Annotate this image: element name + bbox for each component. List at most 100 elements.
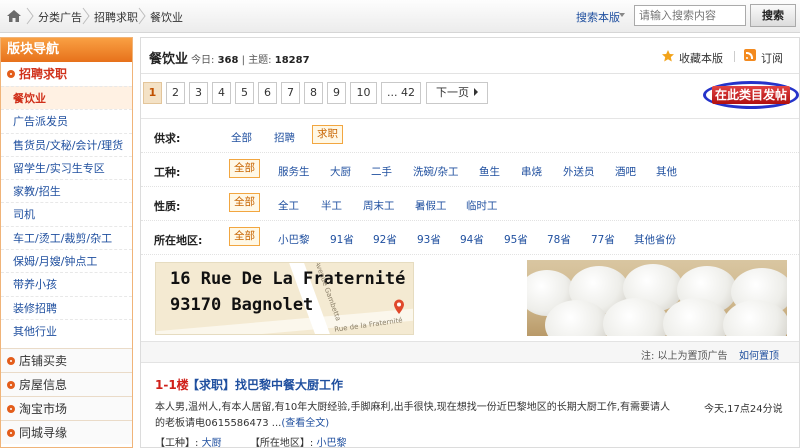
filter-option[interactable]: 92省 xyxy=(373,232,397,247)
search-scope-dropdown[interactable]: 搜索本版 xyxy=(576,9,620,25)
filter-option[interactable]: 半工 xyxy=(321,198,342,213)
listing-timestamp: 今天,17点24分说 xyxy=(704,404,783,415)
search-input[interactable] xyxy=(634,5,746,26)
filter-option[interactable]: 其他省份 xyxy=(634,232,676,247)
sidebar-item-sales[interactable]: 售货员/文秘/会计/理货 xyxy=(1,132,132,156)
filter-option[interactable]: 77省 xyxy=(591,232,615,247)
filter-option[interactable]: 周末工 xyxy=(363,198,395,213)
next-page-label: 下一页 xyxy=(436,86,469,99)
page-last[interactable]: ... 42 xyxy=(381,82,421,104)
sidebar-category-label: 招聘求职 xyxy=(19,67,68,81)
post-in-category-button[interactable]: 在此类目发帖 xyxy=(703,81,799,109)
page-4[interactable]: 4 xyxy=(212,82,231,104)
filter-label: 性质: xyxy=(154,200,181,213)
filter-option[interactable]: 全工 xyxy=(278,198,299,213)
filter-option[interactable]: 洗碗/杂工 xyxy=(413,164,459,179)
listing-title-link[interactable]: 【求职】找巴黎中餐大厨工作 xyxy=(187,376,343,393)
filter-option-selected[interactable]: 全部 xyxy=(229,159,260,178)
filter-option[interactable]: 78省 xyxy=(547,232,571,247)
home-icon[interactable] xyxy=(4,6,24,26)
sidebar-item-driver[interactable]: 司机 xyxy=(1,202,132,225)
page-10[interactable]: 10 xyxy=(350,82,377,104)
favorite-board-link[interactable]: 收藏本版 xyxy=(679,50,723,66)
listing-body: 本人男,温州人,有本人居留,有10年大厨经验,手脚麻利,出手很快,现在想找一份近… xyxy=(155,400,675,432)
rss-icon[interactable] xyxy=(744,49,756,61)
filter-option[interactable]: 串烧 xyxy=(521,164,542,179)
filter-option[interactable]: 其他 xyxy=(656,164,677,179)
view-full-text-link[interactable]: (查看全文) xyxy=(281,418,329,429)
filter-option-selected[interactable]: 求职 xyxy=(312,125,343,144)
filter-option[interactable]: 外送员 xyxy=(563,164,595,179)
filter-option[interactable]: 91省 xyxy=(330,232,354,247)
sidebar-item-childcare[interactable]: 带养小孩 xyxy=(1,272,132,295)
sidebar-category-jobs[interactable]: 招聘求职 xyxy=(1,62,132,86)
page-6[interactable]: 6 xyxy=(258,82,277,104)
sticky-ad-note: 注: 以上为置顶广告 如何置顶 xyxy=(141,341,799,363)
page-7[interactable]: 7 xyxy=(281,82,300,104)
job-type-link[interactable]: 大厨 xyxy=(202,438,222,448)
sidebar-category-market[interactable]: 淘宝市场 xyxy=(1,396,132,421)
today-count: 368 xyxy=(217,55,239,66)
board-title: 餐饮业 xyxy=(149,52,189,67)
filter-option[interactable]: 暑假工 xyxy=(415,198,447,213)
sidebar-category-dating[interactable]: 同城寻缘 xyxy=(1,420,132,445)
filter-row-region: 所在地区: 全部 小巴黎 91省 92省 93省 94省 95省 78省 77省… xyxy=(141,221,799,255)
page-2[interactable]: 2 xyxy=(166,82,185,104)
filter-option[interactable]: 94省 xyxy=(460,232,484,247)
filter-option[interactable]: 大厨 xyxy=(330,164,351,179)
filter-option[interactable]: 招聘 xyxy=(274,130,295,145)
page-1[interactable]: 1 xyxy=(143,82,162,104)
filter-option[interactable]: 小巴黎 xyxy=(278,232,310,247)
sidebar-item-nanny[interactable]: 保姆/月嫂/钟点工 xyxy=(1,249,132,272)
breadcrumb-item-jobs[interactable]: 招聘求职 xyxy=(94,9,138,25)
region-link[interactable]: 小巴黎 xyxy=(317,438,347,448)
sidebar-item-tutor[interactable]: 家教/招生 xyxy=(1,179,132,202)
page-8[interactable]: 8 xyxy=(304,82,323,104)
region-label: 【所在地区】: xyxy=(249,438,314,448)
filter-option[interactable]: 93省 xyxy=(417,232,441,247)
sidebar-item-catering[interactable]: 餐饮业 xyxy=(1,86,132,110)
filter-option[interactable]: 服务生 xyxy=(278,164,310,179)
post-button-label: 在此类目发帖 xyxy=(712,86,790,104)
sticky-ad-note-text: 注: 以上为置顶广告 xyxy=(641,351,728,362)
bullet-icon xyxy=(7,381,15,390)
search-button[interactable]: 搜索 xyxy=(750,4,796,27)
food-photo-banner[interactable] xyxy=(527,260,787,336)
filter-label: 所在地区: xyxy=(154,234,203,247)
sidebar-item-other[interactable]: 其他行业 xyxy=(1,318,132,342)
page-5[interactable]: 5 xyxy=(235,82,254,104)
sidebar-item-flyer[interactable]: 广告派发员 xyxy=(1,109,132,132)
sidebar-item-students[interactable]: 留学生/实习生专区 xyxy=(1,155,132,179)
sidebar-category-housing[interactable]: 房屋信息 xyxy=(1,372,132,397)
filter-row-job-type: 工种: 全部 服务生 大厨 二手 洗碗/杂工 鱼生 串烧 外送员 酒吧 其他 xyxy=(141,153,799,187)
star-icon[interactable] xyxy=(661,49,675,63)
filter-option-selected[interactable]: 全部 xyxy=(229,227,260,246)
filter-option[interactable]: 全部 xyxy=(231,130,252,145)
filter-panel: 供求: 全部 招聘 求职 工种: 全部 服务生 大厨 二手 洗碗/杂工 鱼生 串… xyxy=(141,118,799,256)
filter-option[interactable]: 二手 xyxy=(371,164,392,179)
list-item: 1-1楼 【求职】找巴黎中餐大厨工作 本人男,温州人,有本人居留,有10年大厨经… xyxy=(141,368,799,448)
sidebar-item-garment[interactable]: 车工/烫工/裁剪/杂工 xyxy=(1,225,132,249)
filter-option-selected[interactable]: 全部 xyxy=(229,193,260,212)
next-page-button[interactable]: 下一页 xyxy=(426,82,488,104)
filter-option[interactable]: 酒吧 xyxy=(615,164,636,179)
main-panel: 餐饮业 今日: 368 | 主题: 18287 收藏本版 订阅 1 2 3 4 … xyxy=(140,37,800,448)
top-bar: 分类广告 招聘求职 餐饮业 搜索本版 搜索 xyxy=(0,0,800,33)
page-9[interactable]: 9 xyxy=(327,82,346,104)
filter-option[interactable]: 临时工 xyxy=(466,198,498,213)
chevron-down-icon[interactable] xyxy=(619,13,625,17)
floor-number: 1-1楼 xyxy=(155,378,189,392)
bullet-icon xyxy=(7,357,15,366)
filter-option[interactable]: 95省 xyxy=(504,232,528,247)
breadcrumb-item-classifieds[interactable]: 分类广告 xyxy=(38,9,82,25)
sidebar-item-renovation[interactable]: 装修招聘 xyxy=(1,295,132,319)
filter-option[interactable]: 鱼生 xyxy=(479,164,500,179)
sidebar-category-shops[interactable]: 店铺买卖 xyxy=(1,348,132,373)
page-3[interactable]: 3 xyxy=(189,82,208,104)
bullet-icon xyxy=(7,429,15,438)
breadcrumb-separator-icon xyxy=(138,7,146,25)
listing-meta: 【工种】: 大厨 【所在地区】: 小巴黎 xyxy=(155,434,347,448)
address-map-banner[interactable]: 16 Rue De La Fraternité 93170 Bagnolet A… xyxy=(155,262,414,335)
subscribe-link[interactable]: 订阅 xyxy=(761,50,783,66)
how-to-pin-link[interactable]: 如何置顶 xyxy=(739,347,779,362)
